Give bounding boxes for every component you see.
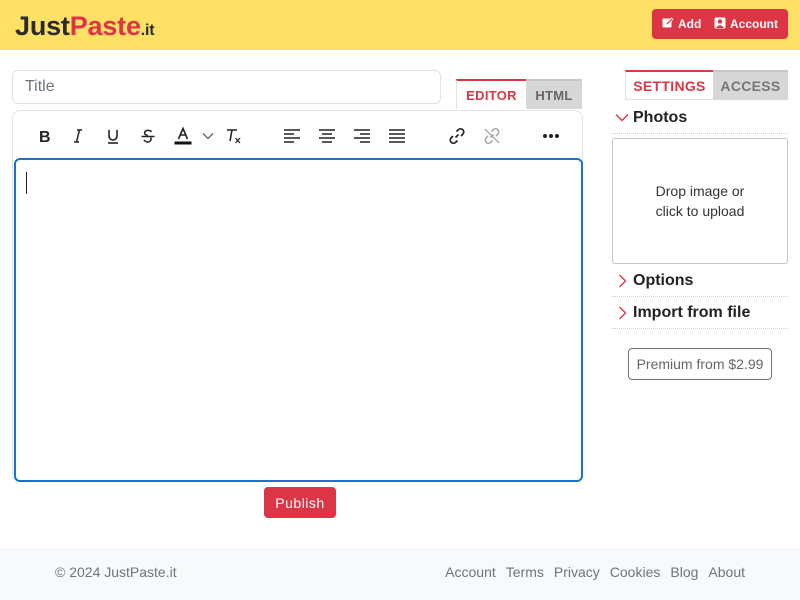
add-button[interactable]: Add — [652, 9, 706, 39]
footer-link-privacy[interactable]: Privacy — [554, 564, 600, 580]
chevron-down-icon[interactable] — [200, 123, 216, 149]
section-photos[interactable]: Photos — [612, 102, 788, 134]
more-icon[interactable] — [538, 123, 564, 149]
chevron-right-icon — [612, 274, 632, 288]
text-color-icon[interactable] — [170, 123, 196, 149]
user-icon — [714, 17, 730, 32]
dropzone-text-line1: Drop image or — [655, 183, 745, 199]
strikethrough-icon[interactable] — [135, 123, 161, 149]
account-button[interactable]: Account — [706, 9, 778, 39]
footer: © 2024 JustPaste.it Account Terms Privac… — [0, 548, 800, 600]
title-input[interactable] — [12, 70, 441, 104]
footer-link-cookies[interactable]: Cookies — [610, 564, 661, 580]
footer-link-terms[interactable]: Terms — [506, 564, 544, 580]
dropzone-text-line2: click to upload — [655, 203, 745, 219]
tab-html[interactable]: HTML — [526, 79, 582, 109]
align-center-icon[interactable] — [314, 123, 340, 149]
tab-editor[interactable]: EDITOR — [456, 79, 526, 109]
underline-icon[interactable] — [100, 123, 126, 149]
align-justify-icon[interactable] — [384, 123, 410, 149]
section-options[interactable]: Options — [612, 265, 788, 297]
footer-link-blog[interactable]: Blog — [670, 564, 698, 580]
header-bar: JustPaste.it Add Account — [0, 0, 800, 50]
align-right-icon[interactable] — [349, 123, 375, 149]
svg-text:B: B — [39, 129, 51, 144]
editor-toolbar: B — [13, 111, 582, 159]
unlink-icon[interactable] — [479, 123, 505, 149]
footer-links: Account Terms Privacy Cookies Blog About — [435, 564, 745, 580]
add-button-label: Add — [678, 17, 702, 31]
header-button-group: Add Account — [652, 9, 788, 39]
copyright-text: © 2024 JustPaste.it — [55, 564, 177, 580]
align-left-icon[interactable] — [279, 123, 305, 149]
footer-link-account[interactable]: Account — [445, 564, 496, 580]
section-options-label: Options — [633, 271, 694, 289]
section-import-from-file[interactable]: Import from file — [612, 297, 788, 329]
bold-icon[interactable]: B — [31, 123, 57, 149]
edit-icon — [662, 16, 678, 32]
section-import-label: Import from file — [633, 303, 751, 321]
chevron-down-icon — [612, 113, 632, 122]
link-icon[interactable] — [444, 123, 470, 149]
premium-button[interactable]: Premium from $2.99 — [628, 348, 772, 380]
publish-button[interactable]: Publish — [264, 487, 336, 518]
text-caret — [26, 172, 27, 194]
tab-settings[interactable]: SETTINGS — [625, 70, 713, 100]
editor-content-area[interactable] — [14, 158, 583, 482]
chevron-right-icon — [612, 306, 632, 320]
clear-formatting-icon[interactable] — [221, 123, 247, 149]
tab-access[interactable]: ACCESS — [713, 70, 788, 100]
site-logo[interactable]: JustPaste.it — [15, 10, 155, 47]
photo-dropzone[interactable]: Drop image or click to upload — [612, 138, 788, 264]
footer-link-about[interactable]: About — [708, 564, 745, 580]
section-photos-label: Photos — [633, 108, 688, 126]
account-button-label: Account — [730, 17, 778, 31]
italic-icon[interactable] — [65, 123, 91, 149]
